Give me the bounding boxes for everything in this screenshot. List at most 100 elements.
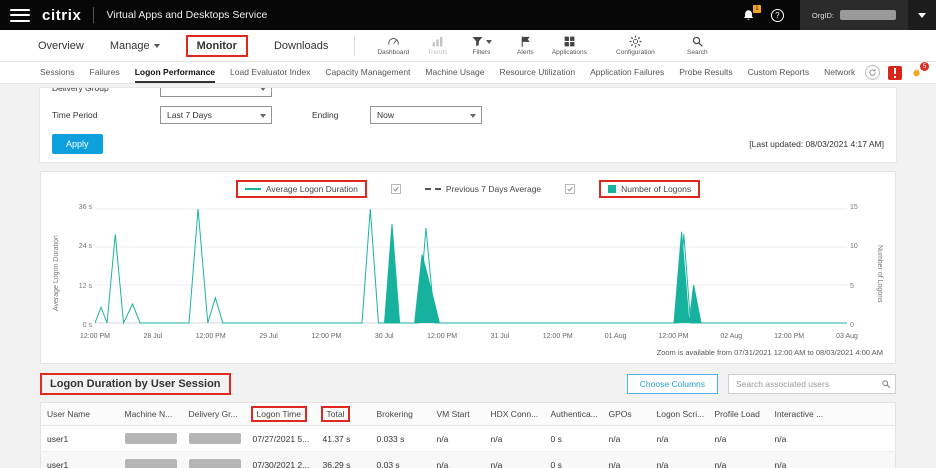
cell-machine-n bbox=[119, 426, 183, 452]
col-hdx-conn[interactable]: HDX Conn... bbox=[485, 403, 545, 426]
tab-application-failures[interactable]: Application Failures bbox=[590, 62, 664, 83]
col-logon-time[interactable]: Logon Time bbox=[247, 403, 317, 426]
search-input[interactable] bbox=[728, 374, 896, 394]
col-label: GPOs bbox=[609, 409, 632, 419]
square-marker bbox=[608, 185, 616, 193]
filters-icon bbox=[471, 35, 492, 48]
tab-machine-usage[interactable]: Machine Usage bbox=[425, 62, 484, 83]
col-label: Authentica... bbox=[551, 409, 598, 419]
search-icon[interactable] bbox=[881, 379, 891, 389]
apply-button[interactable]: Apply bbox=[52, 134, 103, 154]
cell-profile-load: n/a bbox=[709, 452, 769, 468]
col-user-name[interactable]: User Name bbox=[41, 403, 119, 426]
col-delivery-gr[interactable]: Delivery Gr... bbox=[183, 403, 247, 426]
tab-load-evaluator-index[interactable]: Load Evaluator Index bbox=[230, 62, 310, 83]
error-indicator[interactable] bbox=[888, 66, 902, 80]
nav-link-overview[interactable]: Overview bbox=[38, 40, 84, 52]
chevron-down-icon bbox=[918, 13, 926, 18]
monitor-subnav: Sessions Failures Logon Performance Load Ev… bbox=[0, 62, 936, 84]
tool-alerts[interactable]: Alerts bbox=[503, 35, 547, 56]
org-id-label: OrgID: bbox=[812, 11, 834, 20]
nav-link-downloads[interactable]: Downloads bbox=[274, 40, 328, 52]
configuration-icon bbox=[629, 35, 642, 48]
nav-link-monitor[interactable]: Monitor bbox=[186, 35, 248, 57]
chart-grid: Average Logon Duration 36 s24 s12 s0 s 1… bbox=[51, 203, 885, 344]
ending-value: Now bbox=[377, 110, 394, 120]
col-label: Logon Scri... bbox=[657, 409, 705, 419]
dashed-line-marker bbox=[425, 188, 441, 190]
tool-filters[interactable]: Filters bbox=[459, 35, 503, 56]
tab-logon-performance[interactable]: Logon Performance bbox=[135, 62, 215, 83]
y-tick-right: 5 bbox=[850, 283, 854, 290]
x-tick: 29 Jul bbox=[259, 333, 278, 340]
cell-vm-start: n/a bbox=[431, 452, 485, 468]
tool-configuration[interactable]: Configuration bbox=[613, 35, 657, 56]
y-tick-left: 24 s bbox=[79, 243, 92, 250]
tool-applications[interactable]: Applications bbox=[547, 35, 591, 56]
col-authentica[interactable]: Authentica... bbox=[545, 403, 603, 426]
table-row[interactable]: user107/30/2021 2...36.29 s0.03 sn/an/a0… bbox=[41, 452, 896, 468]
x-axis-labels: 12:00 PM28 Jul12:00 PM29 Jul12:00 PM30 J… bbox=[95, 333, 847, 344]
cell-vm-start: n/a bbox=[431, 426, 485, 452]
legend-checkbox[interactable] bbox=[391, 184, 401, 194]
cell-total: 36.29 s bbox=[317, 452, 371, 468]
refresh-button[interactable] bbox=[865, 65, 880, 80]
tab-network[interactable]: Network bbox=[824, 62, 855, 83]
tab-failures[interactable]: Failures bbox=[90, 62, 120, 83]
nav-link-manage[interactable]: Manage bbox=[110, 40, 160, 52]
tool-trends[interactable]: Trends bbox=[415, 35, 459, 56]
choose-columns-button[interactable]: Choose Columns bbox=[627, 374, 718, 394]
col-brokering[interactable]: Brokering bbox=[371, 403, 431, 426]
legend-item-number-of-logons[interactable]: Number of Logons bbox=[599, 180, 700, 198]
legend-checkbox[interactable] bbox=[565, 184, 575, 194]
ending-select[interactable]: Now bbox=[370, 106, 482, 124]
cell-authentica: 0 s bbox=[545, 452, 603, 468]
hamburger-menu-icon[interactable] bbox=[10, 9, 30, 22]
y-tick-left: 36 s bbox=[79, 204, 92, 211]
legend-item-previous-7-days-average[interactable]: Previous 7 Days Average bbox=[425, 184, 541, 194]
section-title: Logon Duration by User Session bbox=[40, 373, 231, 395]
x-tick: 30 Jul bbox=[375, 333, 394, 340]
table-header-row: User NameMachine N... Delivery Gr... Logon… bbox=[41, 403, 896, 426]
tool-label: Alerts bbox=[517, 49, 534, 56]
col-label: Delivery Gr... bbox=[189, 409, 238, 419]
chevron-down-icon bbox=[154, 44, 160, 48]
alerts-icon bbox=[519, 35, 532, 48]
time-period-select[interactable]: Last 7 Days bbox=[160, 106, 272, 124]
tab-capacity-management[interactable]: Capacity Management bbox=[325, 62, 410, 83]
tab-probe-results[interactable]: Probe Results bbox=[679, 62, 732, 83]
x-tick: 12:00 PM bbox=[311, 333, 341, 340]
tab-sessions[interactable]: Sessions bbox=[40, 62, 75, 83]
tab-resource-utilization[interactable]: Resource Utilization bbox=[499, 62, 575, 83]
help-button[interactable]: ? bbox=[771, 9, 784, 22]
table-row[interactable]: user107/27/2021 5...41.37 s0.033 sn/an/a… bbox=[41, 426, 896, 452]
y-tick-right: 0 bbox=[850, 322, 854, 329]
col-gpos[interactable]: GPOs bbox=[603, 403, 651, 426]
tool-search[interactable]: Search bbox=[675, 35, 719, 56]
cell-logon-time: 07/30/2021 2... bbox=[247, 452, 317, 468]
col-logon-scri[interactable]: Logon Scri... bbox=[651, 403, 709, 426]
time-period-value: Last 7 Days bbox=[167, 110, 212, 120]
col-total[interactable]: Total bbox=[317, 403, 371, 426]
col-machine-n[interactable]: Machine N... bbox=[119, 403, 183, 426]
notifications-button[interactable]: 1 bbox=[742, 9, 755, 22]
logon-duration-chart[interactable] bbox=[95, 203, 847, 331]
col-profile-load[interactable]: Profile Load bbox=[709, 403, 769, 426]
nav-divider bbox=[354, 36, 355, 56]
user-menu-button[interactable] bbox=[908, 0, 936, 30]
exclamation-icon bbox=[894, 68, 896, 74]
delivery-group-select[interactable] bbox=[160, 88, 272, 97]
alerts-count-button[interactable]: 5 bbox=[910, 65, 926, 80]
col-interactive[interactable]: Interactive ... bbox=[769, 403, 896, 426]
tool-dashboard[interactable]: Dashboard bbox=[371, 35, 415, 56]
y-tick-left: 0 s bbox=[83, 322, 92, 329]
nav-links: Overview Manage Monitor Downloads bbox=[38, 35, 328, 57]
tab-custom-reports[interactable]: Custom Reports bbox=[748, 62, 809, 83]
topbar: citrix Virtual Apps and Desktops Service… bbox=[0, 0, 936, 30]
dashboard-icon bbox=[387, 35, 400, 48]
redacted-value bbox=[189, 433, 241, 444]
legend-item-average-logon-duration[interactable]: Average Logon Duration bbox=[236, 180, 367, 198]
x-tick: 12:00 PM bbox=[543, 333, 573, 340]
col-vm-start[interactable]: VM Start bbox=[431, 403, 485, 426]
nav-link-label: Manage bbox=[110, 40, 150, 52]
